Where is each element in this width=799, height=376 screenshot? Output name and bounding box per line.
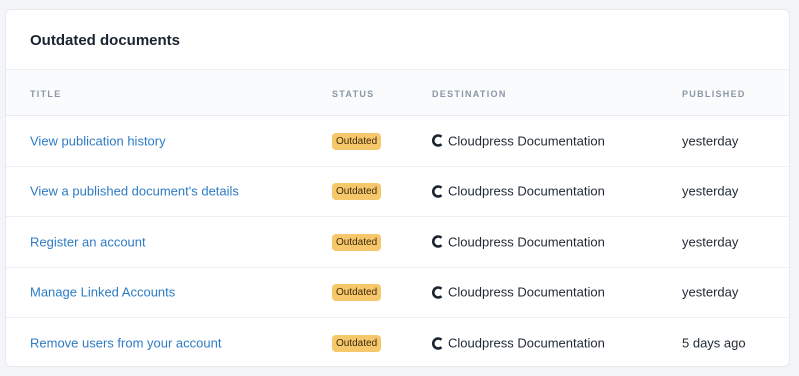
table-row: Remove users from your account Outdated …	[6, 318, 789, 366]
cloudpress-logo-icon	[432, 184, 443, 198]
destination-cell: Cloudpress Documentation	[431, 184, 605, 199]
destination-label: Cloudpress Documentation	[448, 335, 605, 351]
column-header-status: STATUS	[332, 89, 375, 99]
cloudpress-logo-icon	[432, 336, 443, 350]
document-title-link[interactable]: Remove users from your account	[30, 336, 221, 351]
published-time: yesterday	[682, 284, 739, 300]
status-badge: Outdated	[332, 132, 382, 150]
cloudpress-logo-icon	[432, 235, 443, 249]
column-header-published: PUBLISHED	[682, 89, 746, 99]
cloudpress-logo-icon	[432, 285, 443, 299]
document-title-link[interactable]: Register an account	[30, 234, 146, 249]
column-header-title: TITLE	[30, 89, 62, 99]
card-title: Outdated documents	[6, 10, 789, 70]
destination-cell: Cloudpress Documentation	[431, 234, 605, 249]
destination-cell: Cloudpress Documentation	[431, 336, 605, 351]
cloudpress-logo-icon	[432, 134, 443, 148]
status-badge: Outdated	[332, 233, 382, 251]
destination-label: Cloudpress Documentation	[448, 183, 605, 199]
destination-cell: Cloudpress Documentation	[431, 133, 605, 148]
published-time: yesterday	[682, 133, 739, 149]
table-row: Register an account Outdated Cloudpress …	[6, 217, 789, 268]
destination-label: Cloudpress Documentation	[448, 284, 605, 300]
document-title-link[interactable]: View a published document's details	[30, 184, 239, 199]
table-header: TITLE STATUS DESTINATION PUBLISHED	[6, 70, 789, 116]
document-title-link[interactable]: View publication history	[30, 133, 166, 148]
published-time: 5 days ago	[682, 335, 746, 351]
document-title-link[interactable]: Manage Linked Accounts	[30, 285, 175, 300]
published-time: yesterday	[682, 234, 739, 250]
table-row: Manage Linked Accounts Outdated Cloudpre…	[6, 268, 789, 318]
table-body: View publication history Outdated Cloudp…	[6, 116, 789, 366]
table-row: View publication history Outdated Cloudp…	[6, 116, 789, 167]
column-header-destination: DESTINATION	[432, 89, 507, 99]
published-time: yesterday	[682, 183, 739, 199]
outdated-documents-card: Outdated documents TITLE STATUS DESTINAT…	[5, 9, 790, 367]
status-badge: Outdated	[332, 335, 382, 353]
destination-label: Cloudpress Documentation	[448, 133, 605, 149]
status-badge: Outdated	[332, 183, 382, 201]
status-badge: Outdated	[332, 284, 382, 302]
destination-cell: Cloudpress Documentation	[431, 285, 605, 300]
destination-label: Cloudpress Documentation	[448, 234, 605, 250]
table-row: View a published document's details Outd…	[6, 167, 789, 217]
